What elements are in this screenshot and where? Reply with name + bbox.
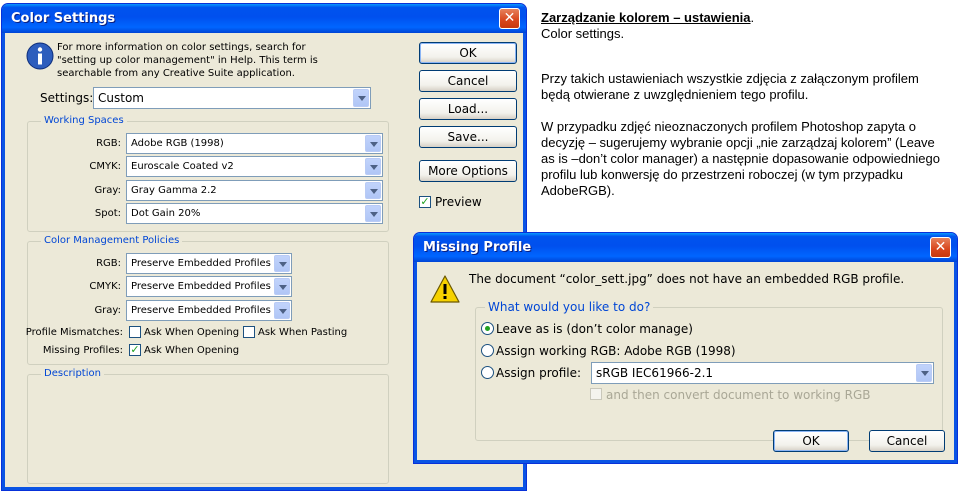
profile-select-value: sRGB IEC61966-2.1 <box>596 366 714 380</box>
ok-button[interactable]: OK <box>419 42 517 64</box>
working-cmyk-select[interactable]: Euroscale Coated v2 <box>126 156 383 177</box>
chevron-down-icon <box>916 364 932 382</box>
missing-profile-body: The document “color_sett.jpg” does not h… <box>417 262 954 460</box>
close-icon[interactable]: ✕ <box>499 8 520 29</box>
chevron-down-icon <box>274 255 290 272</box>
policy-gray-value: Preserve Embedded Profiles <box>131 305 271 316</box>
preview-label[interactable]: Preview <box>435 195 482 209</box>
chevron-down-icon <box>365 158 381 175</box>
assign-profile-radio[interactable] <box>481 366 494 379</box>
load-button[interactable]: Load... <box>419 98 517 120</box>
spot-label: Spot: <box>94 208 121 219</box>
article-heading: Zarządzanie kolorem – ustawienia <box>541 10 751 25</box>
assign-working-rgb-radio[interactable] <box>481 344 494 357</box>
info-icon <box>25 41 55 71</box>
chevron-down-icon <box>365 182 381 199</box>
policy-cmyk-value: Preserve Embedded Profiles <box>131 281 271 292</box>
working-cmyk-value: Euroscale Coated v2 <box>131 161 234 172</box>
missing-ask-opening-label[interactable]: Ask When Opening <box>144 345 239 356</box>
assign-working-rgb-label[interactable]: Assign working RGB: Adobe RGB (1998) <box>496 344 736 358</box>
mismatch-ask-pasting-checkbox[interactable] <box>243 326 255 338</box>
working-spaces-title: Working Spaces <box>41 115 127 126</box>
missing-profiles-label: Missing Profiles: <box>42 345 123 356</box>
cancel-button[interactable]: Cancel <box>869 430 945 452</box>
working-gray-select[interactable]: Gray Gamma 2.2 <box>126 180 383 201</box>
mismatch-ask-opening-checkbox[interactable] <box>129 326 141 338</box>
convert-label[interactable]: and then convert document to working RGB <box>606 388 871 402</box>
working-gray-value: Gray Gamma 2.2 <box>131 185 217 196</box>
policy-gray-label: Gray: <box>94 305 121 316</box>
save-button[interactable]: Save... <box>419 126 517 148</box>
article-text: Zarządzanie kolorem – ustawienia. Color … <box>541 10 951 199</box>
missing-profile-title: Missing Profile <box>414 233 957 262</box>
policy-gray-select[interactable]: Preserve Embedded Profiles <box>126 300 292 321</box>
chevron-down-icon <box>365 135 381 152</box>
missing-profile-window: Missing Profile ✕ The document “color_se… <box>413 232 958 464</box>
leave-as-is-radio[interactable] <box>481 322 494 335</box>
preview-checkbox[interactable]: ✓ <box>419 196 431 208</box>
chevron-down-icon <box>353 89 369 107</box>
profile-mismatches-label: Profile Mismatches: <box>25 327 123 338</box>
gray-label: Gray: <box>94 185 121 196</box>
description-title: Description <box>41 368 104 379</box>
leave-as-is-label[interactable]: Leave as is (don’t color manage) <box>496 322 693 336</box>
warning-icon <box>429 274 461 304</box>
working-spot-value: Dot Gain 20% <box>131 208 201 219</box>
color-settings-title: Color Settings <box>2 4 526 33</box>
mismatch-ask-pasting-label[interactable]: Ask When Pasting <box>258 327 347 338</box>
policy-rgb-label: RGB: <box>96 258 121 269</box>
working-rgb-select[interactable]: Adobe RGB (1998) <box>126 133 383 154</box>
article-subheading: Color settings. <box>541 26 625 41</box>
working-rgb-value: Adobe RGB (1998) <box>131 138 224 149</box>
policy-cmyk-label: CMYK: <box>89 281 121 292</box>
missing-profile-message: The document “color_sett.jpg” does not h… <box>469 272 905 286</box>
chevron-down-icon <box>274 278 290 295</box>
profile-select[interactable]: sRGB IEC61966-2.1 <box>591 362 934 384</box>
mismatch-ask-opening-label[interactable]: Ask When Opening <box>144 327 239 338</box>
working-spot-select[interactable]: Dot Gain 20% <box>126 203 383 224</box>
missing-ask-opening-checkbox[interactable]: ✓ <box>129 344 141 356</box>
ok-button[interactable]: OK <box>773 430 849 452</box>
question-title: What would you like to do? <box>485 300 654 314</box>
assign-profile-label[interactable]: Assign profile: <box>496 366 581 380</box>
article-heading-period: . <box>750 10 755 25</box>
chevron-down-icon <box>365 205 381 222</box>
chevron-down-icon <box>274 302 290 319</box>
policy-rgb-select[interactable]: Preserve Embedded Profiles <box>126 253 292 274</box>
more-options-button[interactable]: More Options <box>419 160 517 182</box>
settings-select-value: Custom <box>98 91 144 105</box>
close-icon[interactable]: ✕ <box>930 237 951 258</box>
info-text: For more information on color settings, … <box>57 42 318 79</box>
article-paragraph-2: W przypadku zdjęć nieoznaczonych profile… <box>541 119 940 198</box>
article-paragraph-1: Przy takich ustawieniach wszystkie zdjęc… <box>541 71 919 102</box>
cmyk-label: CMYK: <box>89 161 121 172</box>
policies-title: Color Management Policies <box>41 235 183 246</box>
description-group <box>27 374 389 484</box>
policy-rgb-value: Preserve Embedded Profiles <box>131 258 271 269</box>
convert-checkbox[interactable] <box>590 388 602 400</box>
cancel-button[interactable]: Cancel <box>419 70 517 92</box>
settings-select[interactable]: Custom <box>93 87 371 109</box>
rgb-label: RGB: <box>96 138 121 149</box>
settings-label: Settings: <box>40 91 94 105</box>
policy-cmyk-select[interactable]: Preserve Embedded Profiles <box>126 276 292 297</box>
